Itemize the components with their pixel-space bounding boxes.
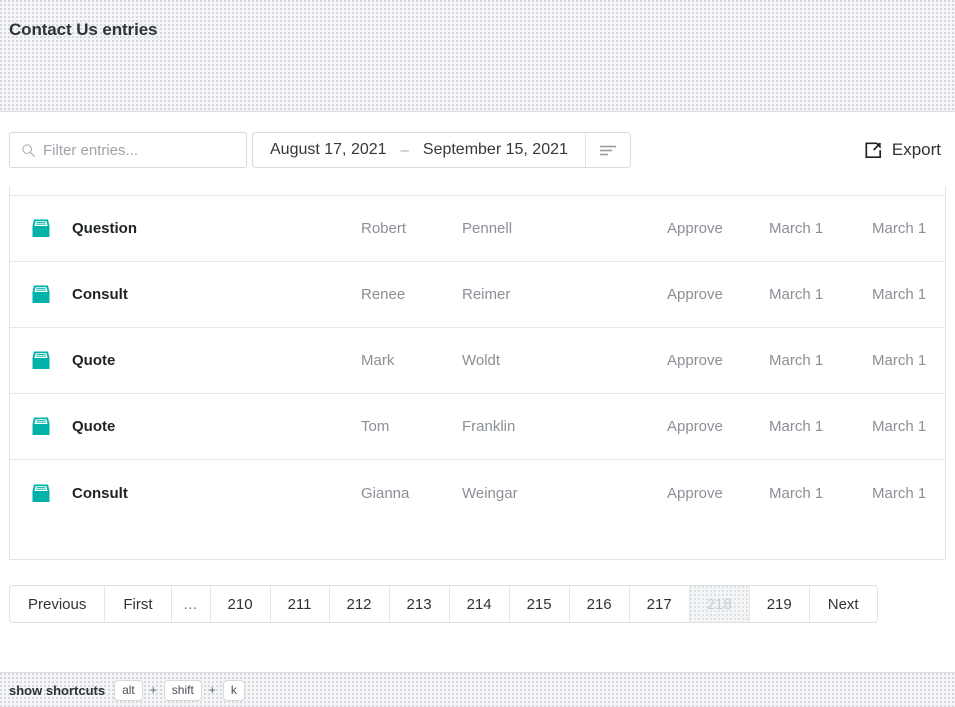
pagination-next[interactable]: Next bbox=[809, 586, 877, 622]
inbox-icon bbox=[32, 484, 50, 502]
show-shortcuts-label[interactable]: show shortcuts bbox=[9, 683, 105, 698]
row-date-created: March 1 bbox=[769, 286, 824, 303]
row-date-created: March 1 bbox=[769, 352, 824, 369]
export-button[interactable]: Export bbox=[860, 132, 945, 168]
sort-button[interactable] bbox=[584, 133, 630, 167]
row-first-name: Robert bbox=[361, 220, 407, 237]
row-last-name: Woldt bbox=[462, 352, 501, 369]
row-date-updated: March 1 bbox=[872, 418, 927, 435]
pagination-page-211[interactable]: 211 bbox=[270, 586, 330, 622]
row-date-created: March 1 bbox=[769, 418, 824, 435]
page-header: Contact Us entries bbox=[0, 0, 955, 112]
table-scroll-area[interactable]: Quote Jim Morris Approve March 1 March 1… bbox=[10, 186, 945, 526]
table-row[interactable]: Quote Jim Morris Approve March 1 March 1 bbox=[10, 186, 945, 196]
table-row[interactable]: Quote Tom Franklin Approve March 1 March… bbox=[10, 394, 945, 460]
row-date-updated: March 1 bbox=[872, 286, 927, 303]
row-type: Quote bbox=[72, 418, 116, 435]
contact-us-entries-page: Contact Us entries Quote Jim Morris Appr… bbox=[0, 0, 955, 707]
filter-entries-field[interactable] bbox=[9, 132, 247, 168]
row-status: Approve bbox=[667, 352, 723, 369]
row-status: Approve bbox=[667, 220, 723, 237]
date-range-start[interactable]: August 17, 2021 bbox=[253, 133, 404, 167]
pagination-first[interactable]: First bbox=[105, 586, 172, 622]
pagination: Previous First ... 210 211 212 213 214 2… bbox=[9, 585, 878, 623]
inbox-icon bbox=[32, 219, 50, 237]
pagination-page-217[interactable]: 217 bbox=[629, 586, 690, 622]
row-last-name: Weingar bbox=[462, 484, 518, 502]
row-type: Quote bbox=[72, 352, 116, 369]
row-type: Consult bbox=[72, 484, 128, 502]
pagination-previous[interactable]: Previous bbox=[10, 586, 106, 622]
table-row[interactable]: Consult Renee Reimer Approve March 1 Mar… bbox=[10, 262, 945, 328]
key-shift: shift bbox=[163, 679, 202, 701]
row-date-updated: March 1 bbox=[872, 484, 927, 502]
row-status: Approve bbox=[667, 418, 723, 435]
row-first-name: Gianna bbox=[361, 484, 410, 502]
search-input[interactable] bbox=[43, 141, 246, 159]
table-row[interactable]: Question Robert Pennell Approve March 1 … bbox=[10, 196, 945, 262]
inbox-icon bbox=[32, 285, 50, 303]
pagination-page-214[interactable]: 214 bbox=[449, 586, 510, 622]
date-range-picker[interactable]: August 17, 2021 – September 15, 2021 bbox=[252, 132, 631, 168]
key-plus-2: + bbox=[208, 683, 216, 697]
row-icon-cell bbox=[10, 284, 72, 305]
table-row[interactable]: Consult Gianna Weingar Approve March 1 M… bbox=[10, 460, 945, 526]
export-external-icon bbox=[865, 141, 881, 158]
pagination-page-213[interactable]: 213 bbox=[389, 586, 450, 622]
table-row[interactable]: Quote Mark Woldt Approve March 1 March 1 bbox=[10, 328, 945, 394]
key-plus-1: + bbox=[149, 683, 157, 697]
pagination-page-219[interactable]: 219 bbox=[749, 586, 810, 622]
sort-lines-icon bbox=[599, 145, 616, 156]
row-date-created: March 1 bbox=[769, 220, 824, 237]
row-first-name: Renee bbox=[361, 286, 406, 303]
shortcuts-footer: show shortcuts alt + shift + k bbox=[0, 672, 955, 707]
pagination-page-215[interactable]: 215 bbox=[509, 586, 570, 622]
row-date-updated: March 1 bbox=[872, 220, 927, 237]
row-first-name: Mark bbox=[361, 352, 395, 369]
pagination-page-212[interactable]: 212 bbox=[329, 586, 390, 622]
row-type: Consult bbox=[72, 286, 128, 303]
pagination-ellipsis[interactable]: ... bbox=[171, 586, 211, 622]
row-last-name: Pennell bbox=[462, 220, 513, 237]
key-k: k bbox=[222, 679, 245, 701]
row-icon-cell bbox=[10, 416, 72, 437]
page-title: Contact Us entries bbox=[9, 20, 158, 39]
inbox-icon bbox=[32, 351, 50, 369]
entries-table: Quote Jim Morris Approve March 1 March 1… bbox=[9, 186, 946, 560]
row-date-created: March 1 bbox=[769, 484, 824, 502]
pagination-page-218-current: 218 bbox=[689, 586, 750, 622]
row-icon-cell bbox=[10, 350, 72, 371]
toolbar: August 17, 2021 – September 15, 2021 Exp… bbox=[0, 113, 955, 186]
row-date-updated: March 1 bbox=[872, 352, 927, 369]
date-range-end[interactable]: September 15, 2021 bbox=[406, 133, 585, 167]
key-alt: alt bbox=[114, 679, 143, 701]
row-icon-cell bbox=[10, 218, 72, 239]
pagination-page-216[interactable]: 216 bbox=[569, 586, 630, 622]
row-status: Approve bbox=[667, 484, 723, 502]
row-type: Question bbox=[72, 220, 138, 237]
row-last-name: Reimer bbox=[462, 286, 511, 303]
row-status: Approve bbox=[667, 286, 723, 303]
inbox-icon bbox=[32, 417, 50, 435]
row-first-name: Tom bbox=[361, 418, 390, 435]
row-icon-cell bbox=[10, 483, 72, 504]
row-last-name: Franklin bbox=[462, 418, 516, 435]
search-icon bbox=[22, 143, 35, 157]
pagination-page-210[interactable]: 210 bbox=[210, 586, 271, 622]
export-label: Export bbox=[891, 140, 941, 159]
